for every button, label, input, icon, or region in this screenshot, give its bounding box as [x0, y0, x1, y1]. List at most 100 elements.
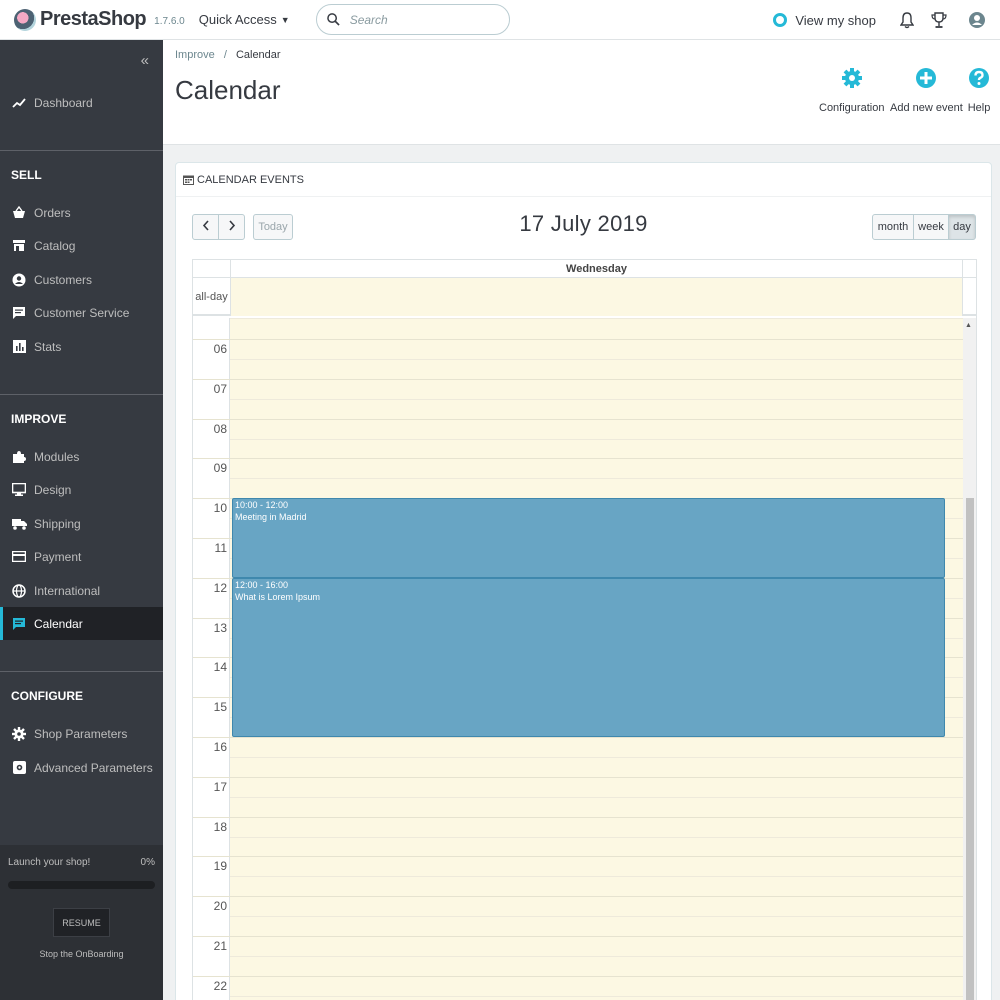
gear-icon	[11, 726, 27, 742]
half-hour-line	[230, 876, 963, 878]
hour-line	[193, 776, 963, 778]
half-hour-line	[230, 756, 963, 758]
scroll-up-arrow-icon[interactable]: ▲	[965, 322, 972, 329]
half-hour-line	[230, 836, 963, 838]
half-hour-line	[230, 955, 963, 957]
view-day-button[interactable]: day	[948, 214, 976, 240]
hour-label: 08	[213, 421, 227, 436]
notifications-bell-icon[interactable]	[892, 5, 922, 35]
puffin-logo-icon	[14, 8, 36, 31]
hour-line	[193, 458, 963, 460]
all-day-label: all-day	[195, 291, 228, 303]
search-input[interactable]	[349, 12, 490, 27]
add-new-event-label: Add new event	[890, 102, 963, 114]
calendar-event[interactable]: 10:00 - 12:00 Meeting in Madrid	[232, 498, 945, 578]
view-my-shop-label: View my shop	[795, 12, 876, 28]
sidebar-item-label: Shipping	[34, 516, 81, 531]
sidebar-item-calendar[interactable]: Calendar	[0, 607, 163, 640]
prestashop-logo[interactable]: PrestaShop 1.7.6.0	[14, 8, 185, 31]
add-new-event-button[interactable]: Add new event	[890, 66, 963, 114]
hour-label: 14	[213, 660, 227, 675]
resume-button[interactable]: RESUME	[53, 908, 110, 937]
hour-line	[193, 856, 963, 858]
section-title-configure: CONFIGURE	[11, 689, 83, 703]
help-button[interactable]: Help	[967, 66, 991, 114]
quick-access-dropdown[interactable]: Quick Access ▼	[199, 12, 290, 27]
half-hour-line	[230, 358, 963, 360]
view-my-shop-link[interactable]: View my shop	[773, 13, 876, 28]
sidebar-item-label: Advanced Parameters	[34, 760, 153, 775]
hour-label: 07	[213, 381, 227, 396]
view-week-button[interactable]: week	[913, 214, 949, 240]
sidebar-item-customers[interactable]: Customers	[0, 263, 163, 296]
store-icon	[11, 238, 27, 254]
sidebar-item-dashboard[interactable]: Dashboard	[0, 86, 163, 119]
sidebar-item-shop-parameters[interactable]: Shop Parameters	[0, 717, 163, 750]
hour-label: 06	[213, 342, 227, 356]
day-header: Wednesday	[230, 260, 963, 278]
hour-line	[193, 737, 963, 738]
version-label: 1.7.6.0	[154, 16, 185, 27]
user-account-icon[interactable]	[962, 5, 992, 35]
time-axis	[193, 318, 230, 1000]
onboarding-widget: Launch your shop! 0% RESUME Stop the OnB…	[0, 845, 163, 1000]
breadcrumb-improve[interactable]: Improve	[175, 49, 215, 61]
calendar-events-panel: CALENDAR EVENTS Today 17 July 2019 month…	[175, 162, 992, 1000]
calendar-grid: Wednesday all-day ▲ 06 07 08 09 10 11 12 13 14 15…	[192, 259, 977, 1000]
sidebar: « Dashboard SELL Orders Catalog Customer…	[0, 40, 163, 1000]
hour-label: 21	[213, 939, 227, 953]
hour-label: 12	[213, 580, 227, 595]
search-icon	[326, 13, 340, 26]
collapse-sidebar-icon[interactable]: «	[141, 52, 149, 69]
event-time: 10:00 - 12:00	[235, 500, 289, 511]
section-title-sell: SELL	[11, 168, 42, 182]
stop-onboarding-link[interactable]: Stop the OnBoarding	[0, 949, 163, 959]
trophy-icon[interactable]	[924, 5, 954, 35]
sidebar-item-international[interactable]: International	[0, 574, 163, 607]
half-hour-line	[230, 478, 963, 480]
event-title: What is Lorem Ipsum	[235, 591, 321, 602]
page-title: Calendar	[175, 75, 281, 105]
calendar-chat-icon	[11, 616, 27, 632]
sidebar-item-customer-service[interactable]: Customer Service	[0, 296, 163, 329]
sidebar-item-catalog[interactable]: Catalog	[0, 229, 163, 262]
hour-label: 18	[213, 819, 227, 834]
add-circle-icon	[914, 66, 938, 90]
sidebar-item-label: International	[34, 583, 101, 598]
hour-label: 20	[213, 899, 227, 914]
hour-line	[193, 975, 963, 977]
sidebar-item-label: Customer Service	[34, 305, 130, 320]
desktop-icon	[11, 482, 27, 498]
configuration-button[interactable]: Configuration	[819, 66, 884, 114]
quick-access-label: Quick Access	[198, 12, 277, 27]
sidebar-item-orders[interactable]: Orders	[0, 196, 163, 229]
sidebar-item-label: Modules	[34, 449, 80, 464]
top-header: PrestaShop 1.7.6.0 Quick Access ▼ View m…	[0, 0, 1000, 40]
sidebar-item-modules[interactable]: Modules	[0, 440, 163, 473]
sidebar-item-label: Stats	[34, 339, 62, 354]
calendar-icon	[183, 174, 194, 185]
sidebar-item-stats[interactable]: Stats	[0, 330, 163, 363]
all-day-cell[interactable]	[230, 278, 963, 316]
calendar-event[interactable]: 12:00 - 16:00 What is Lorem Ipsum	[232, 577, 945, 737]
half-hour-line	[230, 995, 963, 997]
hour-line	[193, 936, 963, 937]
breadcrumb: Improve / Calendar	[175, 49, 281, 61]
sidebar-item-payment[interactable]: Payment	[0, 540, 163, 573]
hour-line	[193, 339, 963, 340]
globe-icon	[11, 583, 27, 599]
sidebar-item-label: Payment	[34, 549, 82, 564]
scrollbar-thumb[interactable]	[966, 498, 974, 1000]
sidebar-item-shipping[interactable]: Shipping	[0, 507, 163, 540]
view-month-button[interactable]: month	[872, 214, 914, 240]
hour-label: 11	[214, 541, 227, 555]
calendar-date-title: 17 July 2019	[519, 211, 648, 236]
sidebar-item-advanced-parameters[interactable]: Advanced Parameters	[0, 751, 163, 784]
sidebar-item-design[interactable]: Design	[0, 473, 163, 506]
half-hour-line	[230, 438, 963, 440]
event-time: 12:00 - 16:00	[235, 579, 289, 590]
puzzle-icon	[11, 449, 27, 465]
grid-header: Wednesday	[193, 260, 976, 278]
hour-label: 15	[213, 700, 227, 715]
search-box[interactable]	[315, 4, 510, 35]
